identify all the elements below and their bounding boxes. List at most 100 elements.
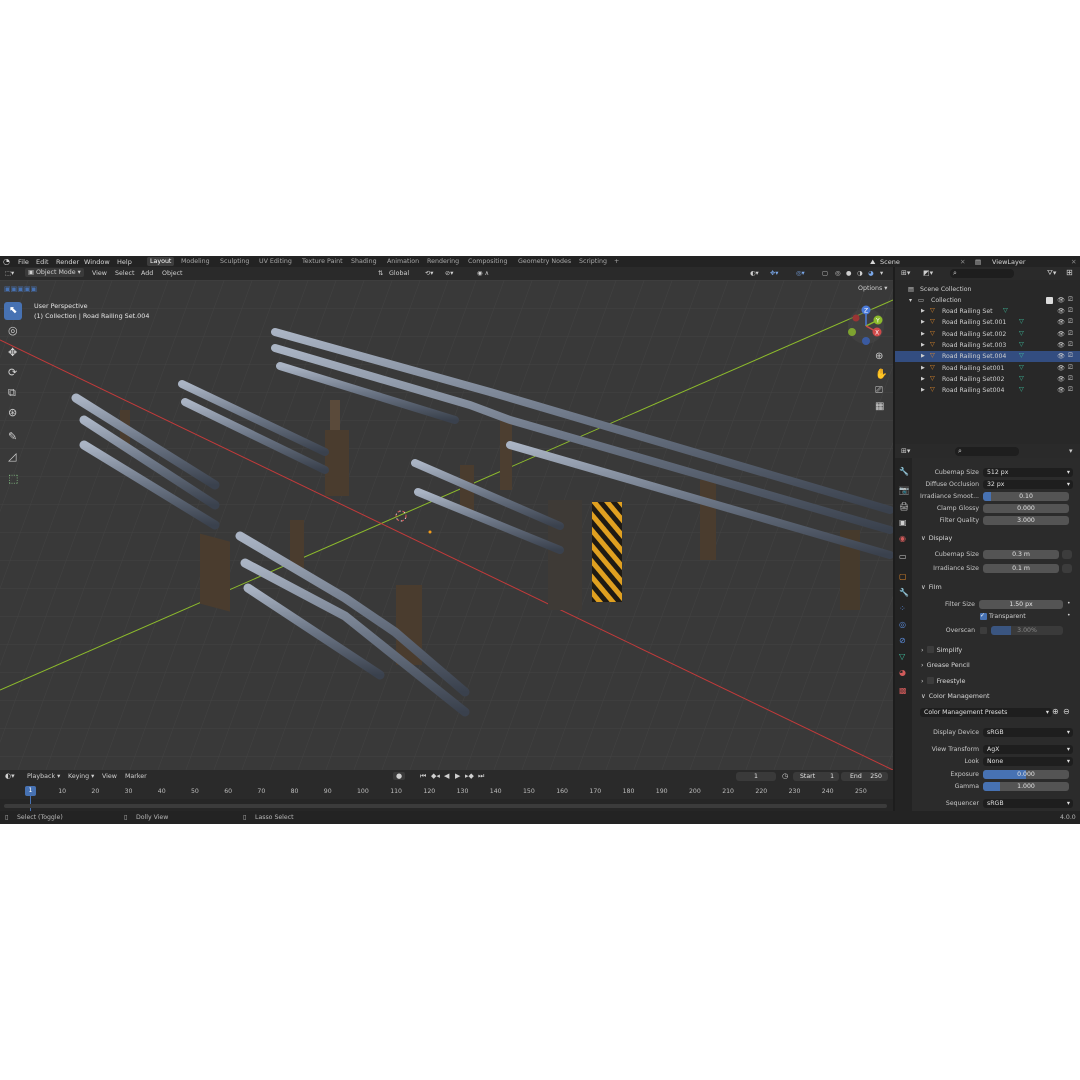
film-section-header[interactable]: ∨ Film [921, 583, 942, 591]
clamp-glossy-field[interactable]: 0.000 [983, 504, 1069, 513]
tab-sculpting[interactable]: Sculpting [220, 258, 249, 265]
view-transform-dropdown[interactable]: AgX ▾ [983, 745, 1073, 754]
eye-icon[interactable]: 👁 [1057, 296, 1065, 304]
camera-render-icon[interactable]: ⎚ [1068, 341, 1073, 349]
outliner-object-row[interactable]: ▶ ▽ Road Railing Set.001 ▽ 👁 ⎚ [895, 317, 1080, 328]
filter-icon[interactable]: ⛛▾ [1047, 269, 1056, 278]
camera-render-icon[interactable]: ⎚ [1068, 307, 1073, 315]
simplify-section-header[interactable]: › Simplify [921, 646, 962, 654]
play-icon[interactable]: ▶ [455, 772, 460, 780]
eye-icon[interactable]: 👁 [1057, 330, 1065, 338]
outliner-object-row[interactable]: ▶ ▽ Road Railing Set.002 ▽ 👁 ⎚ [895, 329, 1080, 340]
texture-tab-icon[interactable]: ▩ [899, 686, 907, 695]
camera-render-icon[interactable]: ⎚ [1068, 318, 1073, 326]
outliner-object-row[interactable]: ▶ ▽ Road Railing Set001 ▽ 👁 ⎚ [895, 363, 1080, 374]
camera-render-icon[interactable]: ⎚ [1068, 296, 1073, 304]
menu-add[interactable]: Add [141, 270, 153, 277]
display-cubemap-field[interactable]: 0.3 m [983, 550, 1059, 559]
diffuse-occlusion-dropdown[interactable]: 32 px ▾ [983, 480, 1073, 489]
timeline-scrollbar[interactable] [4, 804, 887, 808]
properties-search-input[interactable]: ⌕ [955, 447, 1019, 456]
mesh-data-icon[interactable]: ▽ [1019, 375, 1024, 382]
collection-include-checkbox[interactable] [1046, 297, 1053, 304]
keyframe-dot-icon[interactable]: • [1067, 612, 1071, 619]
display-mode-icon[interactable]: ◩▾ [923, 269, 933, 277]
menu-edit[interactable]: Edit [36, 258, 49, 266]
overscan-field[interactable]: 3.00% [991, 626, 1063, 635]
mesh-data-icon[interactable]: ▽ [1019, 364, 1024, 371]
shading-rendered-icon[interactable]: ◕ [868, 270, 874, 277]
gizmo-toggle-icon[interactable]: ✥▾ [770, 270, 778, 277]
menu-render[interactable]: Render [56, 258, 79, 266]
expand-arrow-icon[interactable]: ▶ [921, 365, 925, 371]
mesh-data-icon[interactable]: ▽ [1019, 352, 1024, 359]
grease-pencil-section-header[interactable]: › Grease Pencil [921, 661, 970, 669]
exposure-slider[interactable]: 0.000 [983, 770, 1069, 779]
outliner-editor-icon[interactable]: ⊞▾ [901, 269, 910, 277]
render-tab-icon[interactable]: 📷 [899, 486, 909, 495]
perspective-grid-icon[interactable]: ▦ [875, 401, 884, 412]
tab-compositing[interactable]: Compositing [468, 258, 507, 265]
proportional-edit-icon[interactable]: ◉ ∧ [477, 270, 489, 277]
expand-arrow-icon[interactable]: ▶ [921, 319, 925, 325]
tab-scripting[interactable]: Scripting [579, 258, 607, 265]
scene-tab-icon[interactable]: ◉ [899, 534, 906, 543]
camera-render-icon[interactable]: ⎚ [1068, 330, 1073, 338]
timeline-body[interactable]: 10 20 30 40 50 60 70 80 90 100 110 120 130 140 150 160 1… [0, 783, 893, 811]
editor-type-icon[interactable]: ⬚▾ [5, 270, 14, 277]
play-reverse-icon[interactable]: ◀ [444, 772, 449, 780]
camera-render-icon[interactable]: ⎚ [1068, 375, 1073, 383]
gamma-slider[interactable]: 1.000 [983, 782, 1069, 791]
shading-options-icon[interactable]: ▾ [880, 270, 883, 277]
menu-view[interactable]: View [92, 270, 107, 277]
options-dropdown[interactable]: Options ▾ [858, 285, 887, 292]
menu-help[interactable]: Help [117, 258, 132, 266]
camera-render-icon[interactable]: ⎚ [1068, 352, 1073, 360]
cubemap-size-dropdown[interactable]: 512 px ▾ [983, 468, 1073, 477]
expand-arrow-icon[interactable]: ▶ [921, 387, 925, 393]
add-workspace-button[interactable]: + [614, 258, 619, 265]
mesh-data-icon[interactable]: ▽ [1019, 341, 1024, 348]
filter-size-field[interactable]: 1.50 px [979, 600, 1063, 609]
snap-icon[interactable]: ⊘▾ [445, 270, 453, 277]
filter-quality-field[interactable]: 3.000 [983, 516, 1069, 525]
freestyle-section-header[interactable]: › Freestyle [921, 677, 965, 685]
mesh-data-icon[interactable]: ▽ [1019, 318, 1024, 325]
mesh-data-icon[interactable]: ▽ [1003, 307, 1008, 314]
mesh-data-icon[interactable]: ▽ [1019, 386, 1024, 393]
jump-start-icon[interactable]: ⏮ [420, 772, 426, 781]
display-cubemap-toggle[interactable] [1062, 550, 1072, 559]
outliner-object-row[interactable]: ▶ ▽ Road Railing Set002 ▽ 👁 ⎚ [895, 374, 1080, 385]
overscan-checkbox[interactable] [980, 627, 987, 634]
look-dropdown[interactable]: None ▾ [983, 757, 1073, 766]
output-tab-icon[interactable]: 🖨 [899, 502, 909, 511]
jump-keyframe-forward-icon[interactable]: ▸◆ [465, 772, 474, 780]
camera-render-icon[interactable]: ⎚ [1068, 386, 1073, 394]
eye-icon[interactable]: 👁 [1057, 307, 1065, 315]
remove-preset-icon[interactable]: ⊖ [1063, 707, 1070, 716]
blender-logo-icon[interactable]: ◔ [3, 257, 10, 266]
scene-close-icon[interactable]: ✕ [960, 258, 965, 266]
new-collection-icon[interactable]: ⊞ [1066, 268, 1073, 277]
simplify-checkbox[interactable] [926, 646, 934, 653]
keying-menu[interactable]: Keying ▾ [68, 773, 94, 780]
scale-tool[interactable]: ⧉ [4, 384, 22, 402]
expand-arrow-icon[interactable]: ▶ [921, 308, 925, 314]
shading-wireframe-icon[interactable]: ◎ [835, 270, 841, 277]
outliner-object-row[interactable]: ▶ ▽ Road Railing Set ▽ 👁 ⎚ [895, 306, 1080, 317]
menu-object[interactable]: Object [162, 270, 183, 277]
shading-material-icon[interactable]: ◑ [857, 270, 863, 277]
expand-arrow-icon[interactable]: ▶ [921, 353, 925, 359]
outliner-object-row[interactable]: ▶ ▽ Road Railing Set.003 ▽ 👁 ⎚ [895, 340, 1080, 351]
expand-arrow-icon[interactable]: ▶ [921, 342, 925, 348]
eye-icon[interactable]: 👁 [1057, 364, 1065, 372]
start-frame-field[interactable]: Start 1 [793, 772, 839, 781]
measure-tool[interactable]: ◿ [4, 448, 22, 466]
cursor-tool[interactable]: ◎ [4, 322, 22, 340]
keyframe-dot-icon[interactable]: • [1067, 600, 1071, 607]
tab-texture-paint[interactable]: Texture Paint [302, 258, 343, 265]
freestyle-checkbox[interactable] [926, 677, 934, 684]
transform-tool[interactable]: ⊛ [4, 404, 22, 422]
outliner-scene-collection[interactable]: ▤ Scene Collection [895, 284, 1080, 295]
constraints-tab-icon[interactable]: ⊘ [899, 636, 906, 645]
